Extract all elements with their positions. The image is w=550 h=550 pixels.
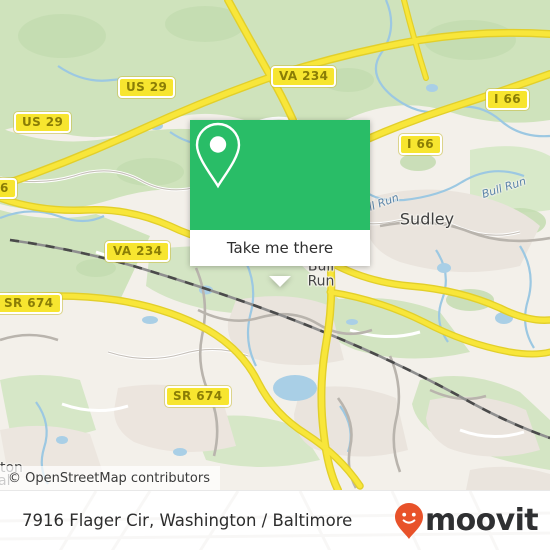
location-popup-card[interactable]: Take me there <box>190 120 370 287</box>
attribution-text: © OpenStreetMap contributors <box>8 470 210 486</box>
map-shield-va-234-a: VA 234 <box>271 66 337 87</box>
take-me-there-label: Take me there <box>226 239 334 257</box>
map-shield-i-66-b: I 66 <box>399 134 442 155</box>
map-shield-us-29-a: US 29 <box>118 77 176 98</box>
map-shield-i-66-a: I 66 <box>486 89 529 110</box>
map-pin-icon <box>195 122 241 189</box>
map-shield-us-29-b: US 29 <box>14 112 72 133</box>
address-label: 7916 Flager Cir, Washington / Baltimore <box>22 511 353 530</box>
moovit-logo[interactable]: moovit <box>394 502 539 540</box>
map-canvas[interactable]: SudleyBull Run Bull RunBull Run tonal US… <box>0 0 550 490</box>
map-attribution[interactable]: © OpenStreetMap contributors <box>0 466 220 490</box>
moovit-pin-icon <box>394 502 423 539</box>
map-shield-sr-674-a: SR 674 <box>0 293 62 314</box>
footer-bar: 7916 Flager Cir, Washington / Baltimore … <box>0 490 550 550</box>
popup-pointer <box>269 276 291 287</box>
take-me-there-button[interactable]: Take me there <box>190 230 370 266</box>
map-shield-clipped-6: 6 <box>0 178 17 199</box>
map-shield-sr-674-b: SR 674 <box>165 386 231 407</box>
popup-header <box>190 120 370 230</box>
moovit-wordmark: moovit <box>424 502 539 538</box>
map-shield-va-234-b: VA 234 <box>105 241 171 262</box>
